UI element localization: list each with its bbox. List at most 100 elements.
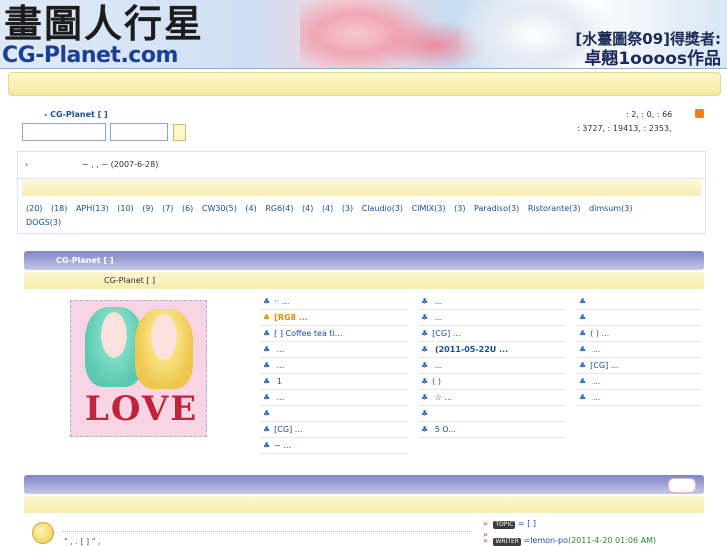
tag[interactable]: Paradiso(3) — [474, 204, 519, 213]
club-icon: ♣ — [263, 377, 271, 386]
list-item[interactable]: ♣ — [576, 310, 702, 326]
list-item-label: (2011-05-22U ... — [432, 345, 509, 354]
tag[interactable]: (4) — [322, 204, 333, 213]
list-item[interactable]: ♣ ... — [576, 342, 702, 358]
tag[interactable]: (3) — [454, 204, 465, 213]
club-icon: ♣ — [421, 313, 429, 322]
tag[interactable]: (10) — [117, 204, 133, 213]
club-icon: ♣ — [579, 393, 587, 402]
tag[interactable]: (18) — [51, 204, 67, 213]
password-input[interactable] — [110, 123, 168, 141]
section-subtitle-1: CG-Planet [ ] — [104, 276, 156, 285]
list-item[interactable]: ♣ [CG] ... — [576, 358, 702, 374]
tag-row-1: (20) (18) APH(13) (10) (9) (7) (6) CW30(… — [26, 204, 639, 213]
list-item[interactable]: ♣ ... — [576, 374, 702, 390]
club-icon: ♣ — [263, 409, 271, 418]
list-item-label: ... — [432, 297, 443, 306]
section-header-2 — [24, 475, 704, 494]
post-divider — [62, 531, 472, 532]
list-item[interactable]: ♣ ·· ... — [260, 294, 408, 310]
club-icon: ♣ — [579, 329, 587, 338]
tag[interactable]: DOGS(3) — [26, 218, 61, 227]
rss-icon[interactable] — [695, 109, 704, 118]
tag[interactable]: (4) — [302, 204, 313, 213]
club-icon: ♣ — [421, 393, 429, 402]
tag[interactable]: CW30(5) — [202, 204, 237, 213]
list-item[interactable]: ♣ ... — [418, 294, 566, 310]
section-header-1: CG-Planet [ ] — [24, 251, 704, 270]
list-item-label: ... — [274, 345, 285, 354]
list-item[interactable]: ♣[ ] Coffee tea ti... — [260, 326, 408, 342]
site-logo-en: CG-Planet.com — [2, 43, 178, 68]
username-input[interactable] — [22, 123, 106, 141]
featured-artwork-image[interactable]: LOVE — [70, 300, 207, 437]
top-nav-links[interactable]: · · · · · · · · · · — [666, 78, 714, 87]
list-item[interactable]: ♣ — [260, 406, 408, 422]
list-item[interactable]: ♣ — [418, 406, 566, 422]
tag[interactable]: APH(13) — [76, 204, 109, 213]
bullet-icon: » — [483, 536, 488, 545]
list-item-label: ... — [432, 361, 443, 370]
list-item[interactable]: ♣ 5 O... — [418, 422, 566, 438]
hot-club-icon: ♣ — [263, 313, 271, 322]
tag[interactable]: (7) — [162, 204, 173, 213]
tag[interactable]: Ristorante(3) — [528, 204, 581, 213]
tag[interactable]: dimsum(3) — [589, 204, 632, 213]
list-item[interactable]: ♣ ... — [418, 310, 566, 326]
list-item[interactable]: ♣( ) — [418, 374, 566, 390]
club-icon: ♣ — [263, 329, 271, 338]
club-icon: ♣ — [421, 297, 429, 306]
topic-link[interactable]: = [ ] — [518, 519, 536, 528]
list-item-label: ... — [590, 377, 601, 386]
club-icon: ♣ — [421, 345, 429, 354]
list-item[interactable]: ♣ ... — [260, 342, 408, 358]
list-item-label: ... — [274, 393, 285, 402]
list-item[interactable]: ♣ ... — [260, 358, 408, 374]
list-item-label: ~ ... — [274, 441, 292, 450]
list-item[interactable]: ♣ [CG] ... — [260, 422, 408, 438]
list-item-label: [CG] ... — [274, 425, 303, 434]
list-item-label: ☆ ... — [432, 393, 453, 402]
tag[interactable]: (6) — [182, 204, 193, 213]
tag-row-2: DOGS(3) — [26, 218, 67, 227]
club-icon: ♣ — [263, 345, 271, 354]
list-item[interactable]: ♣( ) ... — [576, 326, 702, 342]
list-item[interactable]: ♣ ~ ... — [260, 438, 408, 454]
list-item[interactable]: ♣ — [576, 294, 702, 310]
forum-stats: : 3727, : 19413, : 2353, — [577, 124, 672, 133]
list-item[interactable]: ♣ 1 — [260, 374, 408, 390]
club-icon: ♣ — [421, 329, 429, 338]
post-meta-topic: » TOPIC = [ ] — [483, 519, 536, 529]
club-icon: ♣ — [579, 361, 587, 370]
tag[interactable]: CIMIX(3) — [412, 204, 446, 213]
topic-label: TOPIC — [493, 521, 516, 529]
login-button[interactable] — [173, 124, 186, 141]
list-item[interactable]: ♣ ☆ ... — [418, 390, 566, 406]
list-item[interactable]: ♣ (2011-05-22U ... — [418, 342, 566, 358]
list-item[interactable]: ♣ [RG8 ... — [260, 310, 408, 326]
tag[interactable]: (3) — [342, 204, 353, 213]
club-icon: ♣ — [579, 345, 587, 354]
section-title-1[interactable]: CG-Planet [ ] — [56, 256, 114, 265]
writer-link[interactable]: =lemon-po — [524, 536, 568, 545]
tag[interactable]: Claudio(3) — [362, 204, 403, 213]
tag[interactable]: (9) — [142, 204, 153, 213]
tag[interactable]: RG6(4) — [265, 204, 293, 213]
list-item[interactable]: ♣ ... — [260, 390, 408, 406]
top-nav-strip: · · · · · · · · · · — [8, 72, 721, 96]
club-icon: ♣ — [421, 377, 429, 386]
tag[interactable]: (4) — [245, 204, 256, 213]
list-item-label: ... — [590, 393, 601, 402]
site-title-link[interactable]: - CG-Planet [ ] — [44, 110, 108, 119]
list-item[interactable]: ♣ [CG] ... — [418, 326, 566, 342]
site-banner[interactable]: 畫圖人行星 CG-Planet.com [水薹圖祭09]得獎者: 卓翹1oooo… — [0, 0, 727, 69]
online-stats: : 2, : 0, : 66 — [626, 110, 673, 119]
club-icon: ♣ — [263, 441, 271, 450]
list-item-label: [CG] ... — [432, 329, 461, 338]
list-item[interactable]: ♣ ... — [418, 358, 566, 374]
announcement-text[interactable]: ~ , , ~ (2007-6-28) — [82, 160, 158, 169]
award-line-2: 卓翹1oooos作品 — [584, 49, 721, 69]
list-item-label: [RG8 ... — [274, 313, 309, 322]
tag[interactable]: (20) — [26, 204, 42, 213]
list-item[interactable]: ♣ ... — [576, 390, 702, 406]
